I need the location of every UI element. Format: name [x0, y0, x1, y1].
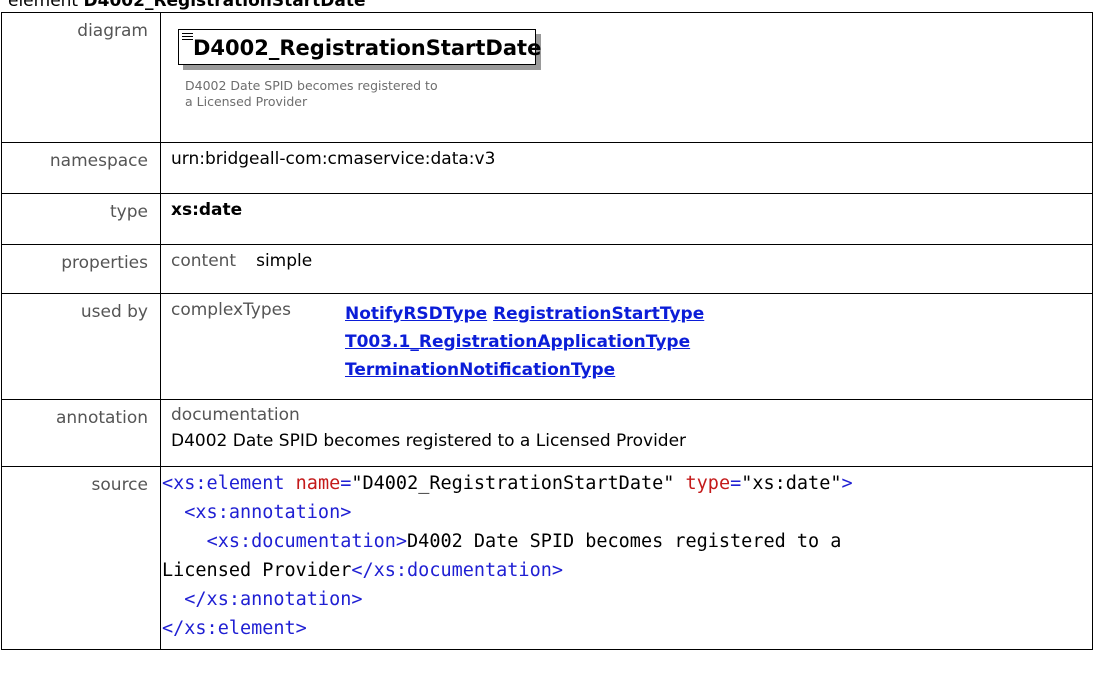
element-lines-icon — [182, 33, 193, 42]
label-properties: properties — [1, 244, 161, 294]
link-t003-1-registrationapplicationtype[interactable]: T003.1_RegistrationApplicationType — [345, 332, 690, 352]
row-diagram: diagram D4002_RegistrationStartDate D400… — [1, 12, 1093, 143]
label-diagram: diagram — [1, 12, 161, 143]
label-namespace: namespace — [1, 142, 161, 194]
diagram-documentation: D4002 Date SPID becomes registered to a … — [185, 78, 438, 109]
source-cell: <xs:element name="D4002_RegistrationStar… — [160, 466, 1093, 650]
heading-element-name: D4002_RegistrationStartDate — [83, 0, 366, 11]
source-code: <xs:element name="D4002_RegistrationStar… — [162, 473, 853, 639]
page-heading: element D4002_RegistrationStartDate — [8, 0, 366, 12]
label-source: source — [1, 466, 161, 650]
properties-content-label: content — [171, 251, 237, 271]
diagram: D4002_RegistrationStartDate D4002 Date S… — [161, 13, 1092, 142]
row-type: type xs:date — [1, 193, 1093, 245]
row-used-by: used by complexTypes NotifyRSDType Regis… — [1, 293, 1093, 400]
diagram-cell: D4002_RegistrationStartDate D4002 Date S… — [160, 12, 1093, 143]
namespace-value: urn:bridgeall-com:cmaservice:data:v3 — [160, 142, 1093, 194]
annotation-documentation-text: D4002 Date SPID becomes registered to a … — [171, 431, 687, 451]
label-used-by: used by — [1, 293, 161, 400]
link-notifyrsdtype[interactable]: NotifyRSDType — [345, 304, 487, 324]
annotation-cell: documentation D4002 Date SPID becomes re… — [160, 399, 1093, 467]
properties-cell: content simple — [160, 244, 1093, 294]
diagram-element-box[interactable]: D4002_RegistrationStartDate — [178, 29, 541, 65]
row-namespace: namespace urn:bridgeall-com:cmaservice:d… — [1, 142, 1093, 194]
label-type: type — [1, 193, 161, 245]
row-source: source <xs:element name="D4002_Registrat… — [1, 466, 1093, 650]
link-registrationstarttype[interactable]: RegistrationStartType — [493, 304, 704, 324]
used-by-cell: complexTypes NotifyRSDType RegistrationS… — [160, 293, 1093, 400]
label-annotation: annotation — [1, 399, 161, 467]
diagram-element-name: D4002_RegistrationStartDate — [193, 36, 542, 60]
row-annotation: annotation documentation D4002 Date SPID… — [1, 399, 1093, 467]
heading-prefix: element — [8, 0, 79, 11]
row-properties: properties content simple — [1, 244, 1093, 294]
link-terminationnotificationtype[interactable]: TerminationNotificationType — [345, 360, 615, 380]
annotation-documentation-label: documentation — [171, 405, 300, 425]
used-by-links: NotifyRSDType RegistrationStartType T003… — [345, 300, 704, 384]
used-by-complextypes-label: complexTypes — [171, 300, 291, 320]
properties-content-value: simple — [256, 251, 313, 271]
type-value: xs:date — [160, 193, 1093, 245]
element-doc-table: diagram D4002_RegistrationStartDate D400… — [1, 12, 1093, 650]
